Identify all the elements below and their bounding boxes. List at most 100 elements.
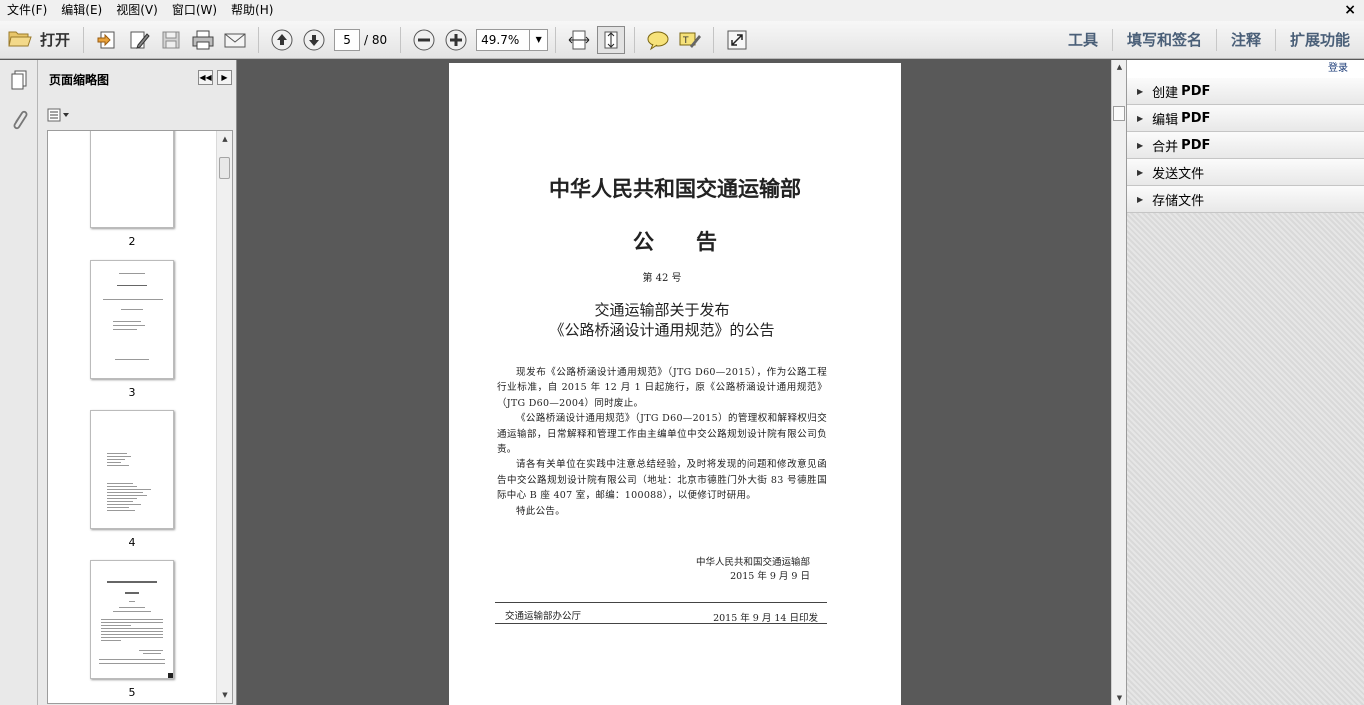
panel-label-suffix: PDF [1181, 110, 1211, 126]
fit-width-icon[interactable] [565, 26, 593, 54]
document-scrollbar[interactable]: ▲ ▼ [1111, 60, 1126, 705]
panel-combine-pdf[interactable]: ▶ 合并 PDF [1127, 132, 1364, 159]
panel-label: 编辑 [1152, 112, 1179, 128]
zoom-in-icon[interactable] [442, 26, 470, 54]
doc-subtitle-line2: 《公路桥涵设计通用规范》的公告 [549, 321, 775, 339]
edit-document-icon[interactable] [125, 26, 153, 54]
thumbnail-options-button[interactable] [47, 106, 73, 124]
fit-page-icon[interactable] [597, 25, 626, 54]
play-right-icon[interactable]: ▶ [217, 70, 232, 85]
thumbnail-item[interactable]: 4 [90, 410, 174, 549]
panel-label: 存储文件 [1152, 193, 1205, 209]
previous-page-icon[interactable] [268, 26, 296, 54]
doc-signature-date: 2015 年 9 月 9 日 [730, 571, 810, 582]
fullscreen-expand-icon[interactable] [723, 26, 751, 54]
document-scrollbar-thumb[interactable] [1113, 106, 1125, 121]
doc-paragraph: 请各有关单位在实践中注意总结经验，及时将发现的问题和修改意见函告中交公路规划设计… [497, 459, 827, 502]
panel-label-suffix: PDF [1181, 137, 1211, 153]
thumbnail-item[interactable]: 5 [90, 560, 174, 699]
panel-store-file[interactable]: ▶ 存储文件 [1127, 186, 1364, 213]
doc-footer-rule [495, 623, 827, 624]
print-icon[interactable] [189, 26, 217, 54]
save-icon[interactable] [157, 26, 185, 54]
thumbnail-scrollbar-thumb[interactable] [219, 157, 230, 179]
scroll-up-icon[interactable]: ▲ [217, 131, 232, 147]
panel-send-file[interactable]: ▶ 发送文件 [1127, 159, 1364, 186]
toolbar-separator [83, 26, 85, 53]
menu-bar: 文件(F) 编辑(E) 视图(V) 窗口(W) 帮助(H) × [0, 0, 1364, 21]
thumbnail-scrollbar[interactable]: ▲ ▼ [216, 131, 232, 703]
open-button-label: 打开 [40, 31, 71, 49]
expand-triangle-icon: ▶ [1137, 113, 1144, 123]
doc-paragraph: 现发布《公路桥涵设计通用规范》（JTG D60—2015），作为公路工程行业标准… [497, 367, 827, 409]
thumbnail-page-number: 5 [128, 686, 136, 699]
page-number-input[interactable] [334, 28, 361, 51]
expand-triangle-icon: ▶ [1137, 86, 1144, 96]
doc-paragraph: 特此公告。 [516, 505, 566, 517]
highlight-text-icon[interactable]: T [676, 26, 704, 54]
panel-label: 创建 [1152, 85, 1179, 101]
panel-create-pdf[interactable]: ▶ 创建 PDF [1127, 78, 1364, 105]
tab-fill-sign[interactable]: 填写和签名 [1111, 29, 1216, 51]
toolbar-separator [400, 26, 402, 53]
navigation-pane-strip [0, 60, 38, 705]
scroll-down-icon[interactable]: ▼ [217, 687, 232, 703]
doc-title-notice: 公 告 [633, 229, 717, 254]
thumbnails-panel: 页面缩略图 ◀◀ ▶ 2 3 4 5 ▲ ▼ [38, 60, 237, 705]
document-view[interactable]: 中华人民共和国交通运输部 公 告 第 42 号 交通运输部关于发布 《公路桥涵设… [238, 60, 1111, 705]
thumbnail-page[interactable] [90, 260, 174, 379]
zoom-select[interactable]: ▼ [476, 28, 549, 51]
scroll-down-icon[interactable]: ▼ [1112, 691, 1127, 705]
thumbnail-page[interactable] [90, 410, 174, 529]
login-link[interactable]: 登录 [1127, 60, 1364, 78]
panel-label: 发送文件 [1152, 166, 1205, 182]
zoom-level-input[interactable] [477, 29, 530, 50]
panel-label: 合并 [1152, 139, 1179, 155]
thumbnail-panel-controls: ◀◀ ▶ [194, 70, 232, 85]
doc-footer-office: 交通运输部办公厅 [505, 611, 582, 622]
thumbnail-list[interactable]: 2 3 4 5 ▲ ▼ [47, 130, 233, 704]
doc-paragraph: 《公路桥涵设计通用规范》（JTG D60—2015）的管理权和解释权归交通运输部… [497, 413, 827, 456]
toolbar-separator [634, 26, 636, 53]
attachments-paperclip-icon[interactable] [0, 100, 38, 140]
toolbar-separator [713, 26, 715, 53]
menu-view[interactable]: 视图(V) [109, 0, 165, 21]
thumbnail-item[interactable]: 3 [90, 260, 174, 399]
scroll-up-icon[interactable]: ▲ [1112, 60, 1127, 74]
email-icon[interactable] [221, 26, 249, 54]
menu-help[interactable]: 帮助(H) [224, 0, 280, 21]
folder-icon [8, 28, 32, 51]
doc-footer-print-date: 2015 年 9 月 14 日印发 [713, 613, 818, 624]
thumbnail-page-number: 2 [128, 235, 136, 248]
doc-notice-number: 第 42 号 [642, 273, 682, 284]
thumbnail-page-current[interactable] [90, 560, 174, 679]
doc-title-ministry: 中华人民共和国交通运输部 [549, 176, 801, 201]
collapse-left-icon[interactable]: ◀◀ [198, 70, 213, 85]
doc-body: 现发布《公路桥涵设计通用规范》（JTG D60—2015），作为公路工程行业标准… [497, 365, 827, 519]
next-page-icon[interactable] [300, 26, 328, 54]
task-panels: ▶ 创建 PDF ▶ 编辑 PDF ▶ 合并 PDF ▶ 发送文件 ▶ 存储文件 [1127, 78, 1364, 213]
page-thumbnails-icon[interactable] [0, 60, 38, 100]
zoom-out-icon[interactable] [410, 26, 438, 54]
close-document-button[interactable]: × [1344, 2, 1356, 18]
menu-file[interactable]: 文件(F) [0, 0, 54, 21]
open-button[interactable]: 打开 [8, 26, 70, 54]
toolbar-separator [258, 26, 260, 53]
doc-footer-rule [495, 602, 827, 603]
thumbnail-page-number: 4 [128, 536, 136, 549]
options-list-icon [47, 108, 69, 122]
toolbar-separator [555, 26, 557, 53]
menu-window[interactable]: 窗口(W) [165, 0, 224, 21]
doc-signature-org: 中华人民共和国交通运输部 [695, 557, 810, 568]
thumbnail-item[interactable]: 2 [90, 131, 174, 248]
thumbnail-page[interactable] [90, 131, 174, 228]
tab-tools[interactable]: 工具 [1054, 29, 1112, 51]
menu-edit[interactable]: 编辑(E) [54, 0, 109, 21]
comment-bubble-icon[interactable] [644, 26, 672, 54]
panel-edit-pdf[interactable]: ▶ 编辑 PDF [1127, 105, 1364, 132]
tab-comment[interactable]: 注释 [1215, 29, 1275, 51]
create-pdf-icon[interactable] [93, 26, 121, 54]
tab-extended[interactable]: 扩展功能 [1274, 29, 1364, 51]
chevron-down-icon[interactable]: ▼ [529, 29, 547, 50]
thumbnail-page-number: 3 [128, 386, 136, 399]
